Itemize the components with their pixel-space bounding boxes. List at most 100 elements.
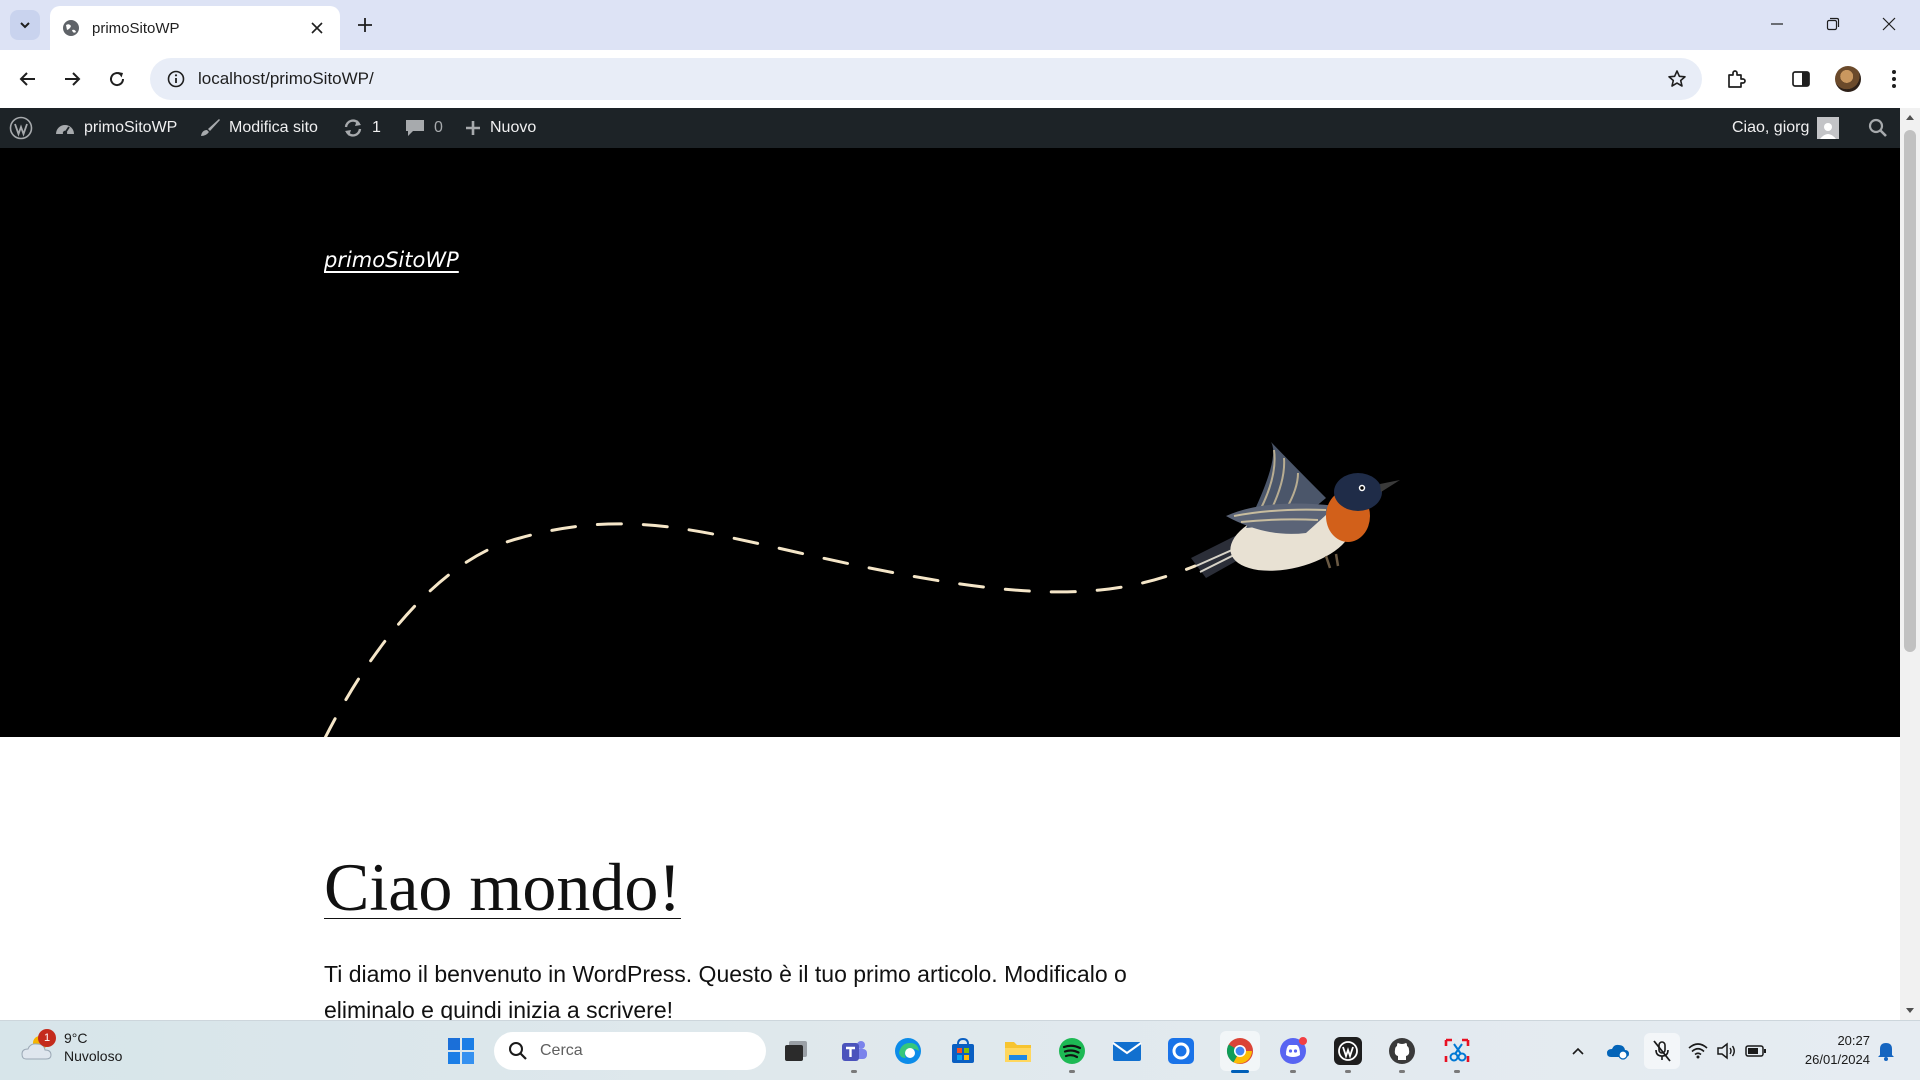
notifications-bell-icon[interactable] <box>1874 1039 1898 1063</box>
url-text[interactable]: localhost/primoSitoWP/ <box>198 69 1660 89</box>
taskbar-clock[interactable]: 20:27 26/01/2024 <box>1786 1031 1870 1069</box>
site-header-hero: primoSitoWP <box>0 148 1900 737</box>
edge-icon <box>895 1038 921 1064</box>
microphone-muted-tray-icon[interactable] <box>1644 1033 1680 1069</box>
bookmark-star-icon[interactable] <box>1660 62 1694 96</box>
dashed-flight-path <box>323 522 1197 737</box>
restore-button[interactable] <box>1810 8 1856 40</box>
task-view-icon <box>785 1041 807 1061</box>
clock-date: 26/01/2024 <box>1804 1052 1870 1067</box>
wp-logo-menu[interactable] <box>9 108 33 148</box>
forward-button[interactable] <box>56 63 88 95</box>
taskbar-app-teams[interactable] <box>834 1031 874 1073</box>
wifi-tray-icon[interactable] <box>1686 1039 1710 1063</box>
battery-tray-icon[interactable] <box>1744 1039 1768 1063</box>
plus-icon <box>464 119 482 137</box>
taskbar-app-store[interactable] <box>943 1031 983 1071</box>
side-panel-button[interactable] <box>1785 63 1817 95</box>
post-title-link[interactable]: Ciao mondo! <box>324 848 681 927</box>
taskbar-app-file-explorer[interactable] <box>998 1031 1038 1071</box>
back-button[interactable] <box>12 63 44 95</box>
weather-temperature: 9°C <box>64 1030 88 1046</box>
adminbar-site-name[interactable]: primoSitoWP <box>54 108 177 148</box>
chrome-icon <box>1226 1038 1253 1064</box>
minimize-icon <box>1771 23 1783 25</box>
plus-icon <box>358 18 372 32</box>
site-title-link[interactable]: primoSitoWP <box>324 248 459 272</box>
windows-logo-icon <box>448 1038 474 1064</box>
taskbar-app-mail[interactable] <box>1107 1031 1147 1071</box>
browser-tab-strip: primoSitoWP <box>0 0 1920 50</box>
show-hidden-icons-button[interactable] <box>1566 1039 1590 1063</box>
profile-button[interactable] <box>1832 63 1864 95</box>
running-indicator <box>1069 1070 1075 1073</box>
arrow-right-icon <box>65 72 81 86</box>
adminbar-new-label: Nuovo <box>490 119 537 136</box>
chevron-down-icon <box>20 22 30 29</box>
page-scrollbar[interactable] <box>1900 108 1920 1020</box>
running-indicator <box>1231 1070 1249 1073</box>
wp-admin-bar: primoSitoWP Modifica sito 1 0 Nuovo Ciao… <box>0 108 1920 148</box>
site-info-icon[interactable] <box>164 67 188 91</box>
taskbar-app-github[interactable] <box>1382 1031 1422 1073</box>
globe-icon <box>63 20 79 36</box>
address-bar[interactable]: localhost/primoSitoWP/ <box>150 58 1702 100</box>
wordpress-app-icon <box>1334 1037 1362 1065</box>
scrollbar-thumb[interactable] <box>1904 130 1916 652</box>
scroll-up-arrow-icon[interactable] <box>1900 108 1920 126</box>
adminbar-updates-count: 1 <box>372 119 381 136</box>
taskbar-app-edge[interactable] <box>888 1031 928 1071</box>
adminbar-edit-site[interactable]: Modifica sito <box>199 108 318 148</box>
brush-icon <box>199 118 221 138</box>
taskbar-app-snipping-tool[interactable] <box>1437 1031 1477 1073</box>
cortana-icon <box>1168 1038 1194 1064</box>
restore-icon <box>1826 17 1840 31</box>
weather-widget[interactable]: 1 9°C Nuvoloso <box>20 1029 122 1065</box>
volume-tray-icon[interactable] <box>1714 1039 1738 1063</box>
taskbar-app-discord[interactable] <box>1273 1031 1313 1073</box>
close-window-button[interactable] <box>1866 8 1912 40</box>
minimize-button[interactable] <box>1754 8 1800 40</box>
browser-tab[interactable]: primoSitoWP <box>50 6 340 50</box>
task-view-button[interactable] <box>776 1031 816 1071</box>
folder-icon <box>1005 1042 1031 1062</box>
running-indicator <box>1454 1070 1460 1073</box>
post-excerpt: Ti diamo il benvenuto in WordPress. Ques… <box>324 961 1127 1020</box>
search-icon <box>1868 118 1887 137</box>
adminbar-comments[interactable]: 0 <box>404 108 443 148</box>
adminbar-new[interactable]: Nuovo <box>464 108 536 148</box>
profile-avatar <box>1835 66 1861 92</box>
taskbar-app-chrome[interactable] <box>1220 1031 1260 1073</box>
snipping-tool-icon <box>1444 1038 1470 1062</box>
tab-close-icon[interactable] <box>306 17 328 39</box>
discord-icon <box>1280 1037 1307 1064</box>
taskbar-app-spotify[interactable] <box>1052 1031 1092 1073</box>
weather-alert-badge: 1 <box>38 1029 56 1047</box>
onedrive-tray-icon[interactable] <box>1606 1039 1630 1063</box>
running-indicator <box>851 1070 857 1073</box>
reload-button[interactable] <box>101 63 133 95</box>
browser-menu-button[interactable] <box>1878 63 1910 95</box>
start-button[interactable] <box>441 1031 481 1071</box>
tab-title: primoSitoWP <box>92 19 180 37</box>
puzzle-icon <box>1728 70 1746 88</box>
tab-search-button[interactable] <box>10 10 40 40</box>
taskbar-app-cortana[interactable] <box>1161 1031 1201 1071</box>
chevron-up-icon <box>1572 1047 1584 1055</box>
updates-icon <box>342 118 364 138</box>
comment-icon <box>404 118 426 138</box>
clock-time: 20:27 <box>1837 1033 1870 1048</box>
bird-illustration <box>1191 442 1400 578</box>
scroll-down-arrow-icon[interactable] <box>1900 1002 1920 1020</box>
extensions-button[interactable] <box>1720 63 1752 95</box>
search-icon <box>509 1042 527 1060</box>
dashboard-icon <box>54 119 76 137</box>
cloud-sun-icon: 1 <box>20 1029 56 1063</box>
new-tab-button[interactable] <box>352 12 378 38</box>
taskbar-app-wordpress[interactable] <box>1328 1031 1368 1073</box>
taskbar-search[interactable]: Cerca <box>494 1032 766 1070</box>
adminbar-updates[interactable]: 1 <box>342 108 381 148</box>
arrow-left-icon <box>19 72 35 86</box>
adminbar-account[interactable]: Ciao, giorg <box>1732 108 1840 148</box>
adminbar-search[interactable] <box>1868 108 1888 148</box>
